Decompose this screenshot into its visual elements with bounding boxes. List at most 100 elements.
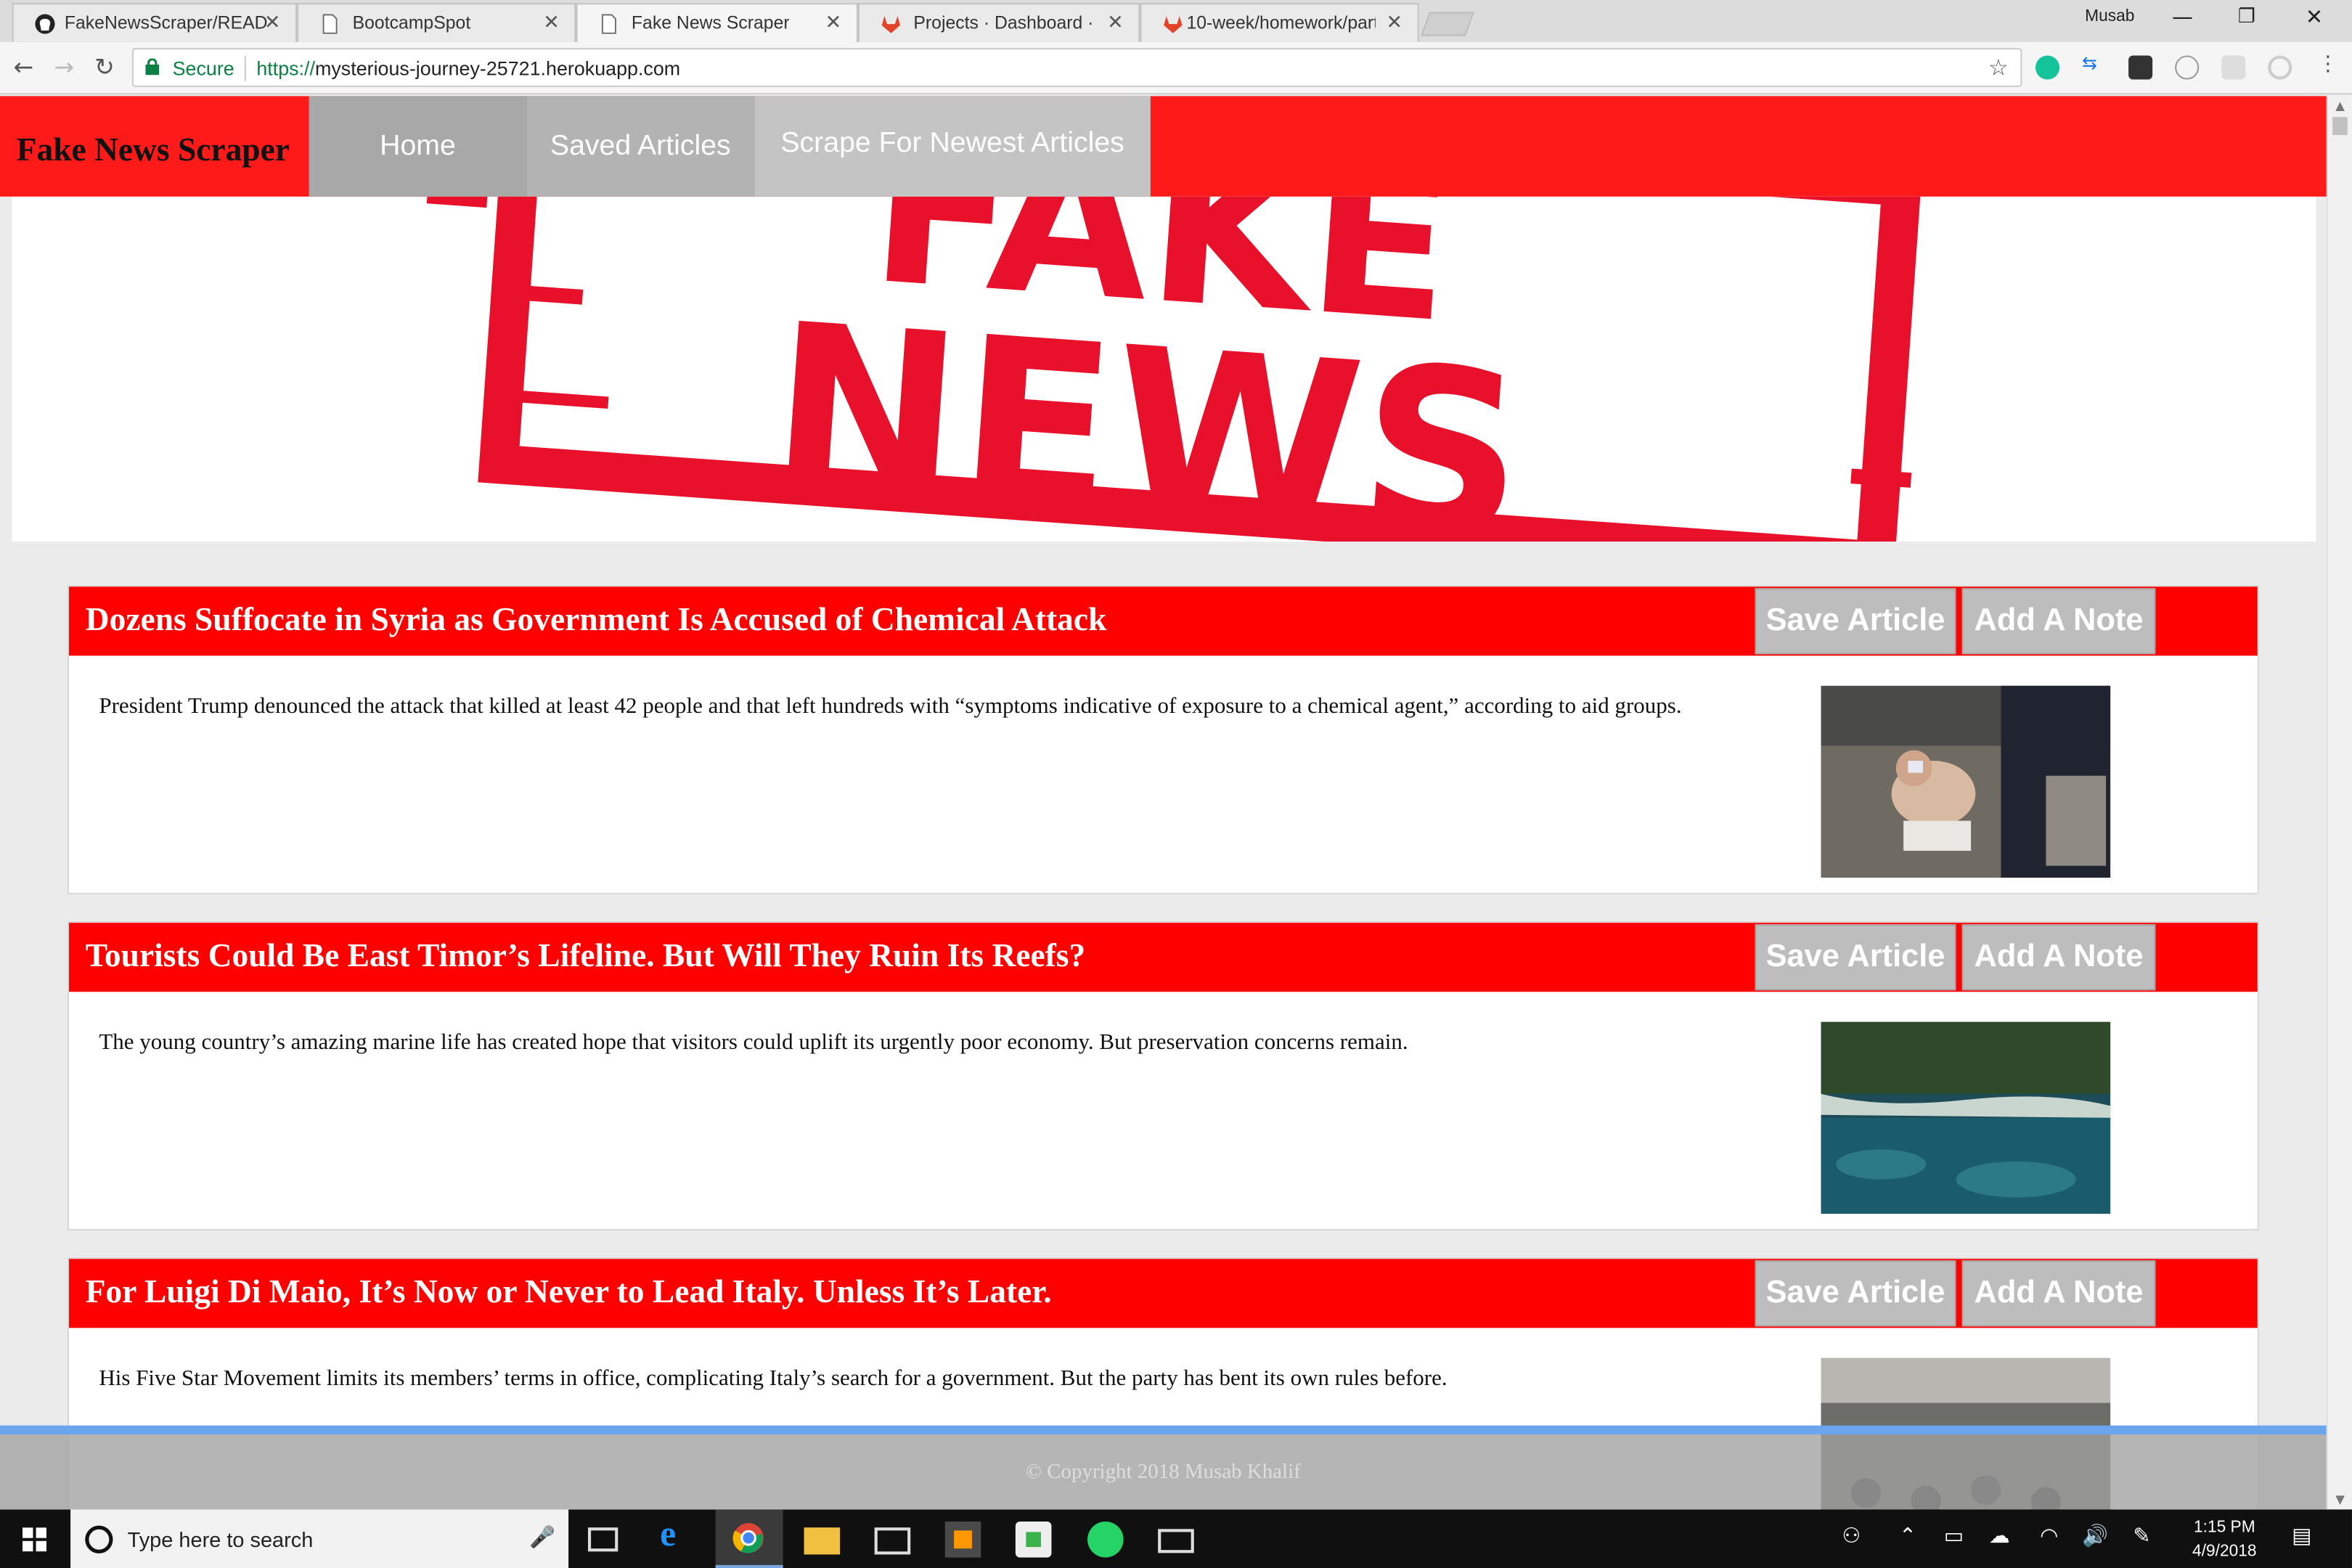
page-icon [601, 14, 616, 34]
taskbar-clock[interactable]: 1:15 PM 4/9/2018 [2172, 1516, 2277, 1564]
browser-tab-active[interactable]: Fake News Scraper ✕ [576, 3, 858, 42]
article-image[interactable] [1821, 1021, 2111, 1214]
footer-copyright: © Copyright 2018 Musab Khalif [1026, 1461, 1301, 1485]
show-hidden-icons[interactable]: ⌃ [1899, 1524, 1916, 1548]
circle-extension-icon[interactable] [2175, 55, 2200, 80]
windows-taskbar: Type here to search 🎤 e ⚇ ⌃ ▭ ☁ ◠ 🔊 ✎ 1:… [0, 1509, 2352, 1568]
tab-title: Fake News Scraper [631, 12, 790, 33]
close-icon[interactable]: ✕ [825, 10, 842, 34]
sync-extension-icon[interactable] [2268, 55, 2292, 80]
menu-kebab-icon[interactable]: ⋮ [2317, 52, 2338, 76]
browser-tab[interactable]: 10-week/homework/part ✕ [1140, 3, 1419, 42]
tab-title: 10-week/homework/part [1186, 12, 1376, 33]
restore-icon[interactable]: ❐ [2238, 6, 2255, 28]
close-icon[interactable]: ✕ [264, 10, 281, 34]
gitlab-icon [881, 16, 901, 33]
url-host: mysterious-journey-25721.herokuapp.com [314, 57, 681, 80]
url-scheme: https:// [256, 57, 315, 80]
file-explorer-icon[interactable] [804, 1527, 841, 1555]
article-header: Tourists Could Be East Timor’s Lifeline.… [69, 923, 2258, 992]
microphone-icon[interactable]: 🎤 [529, 1524, 555, 1550]
tab-title: BootcampSpot [352, 12, 471, 33]
close-icon[interactable]: ✕ [1107, 10, 1124, 34]
new-tab-button[interactable] [1420, 12, 1474, 36]
close-icon[interactable]: ✕ [1386, 10, 1402, 34]
chrome-icon [732, 1523, 764, 1553]
gitlab-icon [1164, 16, 1183, 33]
article-summary: His Five Star Movement limits its member… [99, 1367, 1447, 1392]
sublime-icon[interactable] [944, 1521, 981, 1558]
add-note-button[interactable]: Add A Note [1961, 924, 2156, 991]
store-icon[interactable] [874, 1527, 911, 1555]
onedrive-icon[interactable]: ☁ [1989, 1524, 2010, 1548]
people-icon[interactable]: ⚇ [1842, 1524, 1861, 1548]
article-photo-syria [1821, 685, 2111, 878]
page-icon [322, 14, 338, 34]
nav-home[interactable]: Home [309, 96, 527, 197]
cortana-icon [85, 1525, 113, 1553]
whatsapp-icon[interactable] [1087, 1521, 1124, 1558]
browser-tab-strip: FakeNewsScraper/READM ✕ BootcampSpot ✕ F… [0, 0, 2352, 42]
film-extension-icon[interactable] [2128, 55, 2153, 80]
close-window-icon[interactable]: ✕ [2306, 6, 2323, 30]
back-icon[interactable]: ← [14, 52, 34, 81]
article-title[interactable]: Dozens Suffocate in Syria as Government … [86, 600, 1107, 640]
article-card: Dozens Suffocate in Syria as Government … [67, 585, 2259, 894]
article-image[interactable] [1821, 685, 2111, 878]
task-view-icon[interactable] [587, 1527, 618, 1552]
browser-tab[interactable]: Projects · Dashboard · Gi ✕ [857, 3, 1140, 42]
article-summary: President Trump denounced the attack tha… [99, 695, 1682, 719]
save-article-button[interactable]: Save Article [1755, 1260, 1956, 1327]
slack-logo [1026, 1532, 1042, 1548]
windows-start-icon[interactable] [22, 1527, 47, 1552]
page-scrollbar[interactable]: ▲ ▼ [2326, 96, 2352, 1510]
volume-icon[interactable]: 🔊 [2082, 1524, 2108, 1548]
edge-icon[interactable]: e [660, 1516, 696, 1555]
profile-name[interactable]: Musab [2085, 7, 2134, 25]
browser-tab[interactable]: BootcampSpot ✕ [297, 3, 576, 42]
article-title[interactable]: Tourists Could Be East Timor’s Lifeline.… [86, 936, 1085, 976]
grammarly-extension-icon[interactable] [2035, 55, 2060, 80]
clock-time: 1:15 PM [2193, 1518, 2255, 1537]
slack-app-icon[interactable] [1015, 1521, 1052, 1558]
mail-icon[interactable] [1158, 1529, 1194, 1553]
article-card: Tourists Could Be East Timor’s Lifeline.… [67, 921, 2259, 1230]
taskbar-search-box[interactable]: Type here to search 🎤 [70, 1509, 569, 1568]
reload-icon[interactable]: ↻ [94, 52, 115, 81]
fake-news-banner: FAKE NEWS [12, 196, 2316, 542]
save-article-button[interactable]: Save Article [1755, 924, 1956, 991]
screen: FakeNewsScraper/READM ✕ BootcampSpot ✕ F… [0, 0, 2352, 1568]
forward-icon[interactable]: → [54, 52, 74, 81]
grid-extension-icon[interactable] [2221, 55, 2246, 80]
footer-divider [0, 1425, 2327, 1435]
browser-tab[interactable]: FakeNewsScraper/READM ✕ [12, 3, 298, 42]
address-bar[interactable]: Secure https://mysterious-journey-25721.… [131, 48, 2022, 87]
secure-label: Secure [172, 57, 234, 80]
translate-extension-icon[interactable]: ⇆ [2082, 52, 2106, 76]
fake-news-stamp-image: FAKE NEWS [426, 196, 1923, 542]
pen-icon[interactable]: ✎ [2133, 1524, 2150, 1548]
add-note-button[interactable]: Add A Note [1961, 588, 2156, 655]
article-photo-reef [1821, 1021, 2111, 1214]
bookmark-star-icon[interactable]: ☆ [1988, 54, 2009, 81]
web-page: FAKE NEWS Fake News Scraper Home Saved A… [0, 96, 2327, 1510]
scroll-down-icon[interactable]: ▼ [2335, 1493, 2345, 1507]
chrome-taskbar-item[interactable] [715, 1509, 783, 1568]
action-center-icon[interactable]: ▤ [2292, 1524, 2311, 1548]
article-header: Dozens Suffocate in Syria as Government … [69, 587, 2258, 656]
browser-toolbar: ← → ↻ Secure https://mysterious-journey-… [0, 41, 2352, 95]
article-title[interactable]: For Luigi Di Maio, It’s Now or Never to … [86, 1273, 1052, 1312]
close-icon[interactable]: ✕ [543, 10, 560, 34]
nav-saved-articles[interactable]: Saved Articles [526, 96, 755, 197]
search-placeholder: Type here to search [127, 1527, 314, 1552]
nav-scrape-articles[interactable]: Scrape For Newest Articles [754, 96, 1151, 197]
add-note-button[interactable]: Add A Note [1961, 1260, 2156, 1327]
scrollbar-thumb[interactable] [2332, 117, 2348, 136]
site-brand[interactable]: Fake News Scraper [17, 131, 290, 170]
wifi-icon[interactable]: ◠ [2040, 1524, 2058, 1548]
save-article-button[interactable]: Save Article [1755, 588, 1956, 655]
scroll-up-icon[interactable]: ▲ [2335, 99, 2345, 113]
battery-icon[interactable]: ▭ [1944, 1524, 1964, 1548]
minimize-icon[interactable]: — [2172, 6, 2193, 30]
article-summary: The young country’s amazing marine life … [99, 1031, 1408, 1055]
